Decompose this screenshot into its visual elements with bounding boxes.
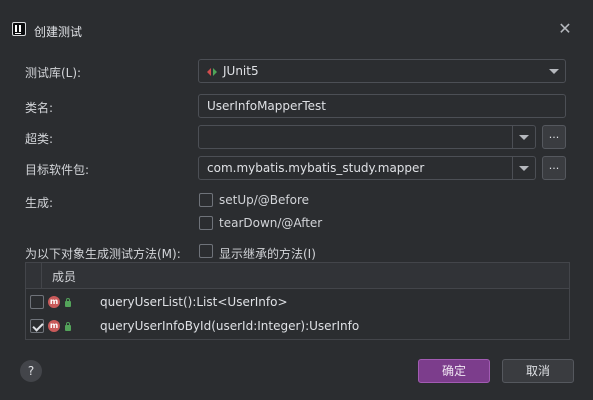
package-browse-button[interactable]: ... (542, 156, 566, 180)
setup-checkbox-label[interactable]: setUp/@Before (219, 193, 309, 207)
show-inherited-checkbox[interactable] (199, 244, 213, 258)
row-method-signature: queryUserInfoById(userId:Integer):UserIn… (100, 319, 360, 333)
teardown-checkbox[interactable] (199, 216, 213, 230)
row-checkbox[interactable] (30, 295, 44, 309)
package-value: com.mybatis.mybatis_study.mapper (207, 161, 425, 175)
chevron-down-icon (519, 135, 529, 140)
chevron-down-icon (549, 69, 559, 74)
class-name-value: UserInfoMapperTest (207, 99, 326, 113)
generate-label: 生成: (25, 196, 54, 210)
row-checkbox[interactable] (30, 319, 44, 333)
intellij-logo-icon (12, 22, 26, 36)
superclass-select[interactable] (198, 125, 536, 149)
row-method-signature: queryUserList():List<UserInfo> (100, 295, 288, 309)
library-select[interactable]: JUnit5 (198, 59, 566, 83)
header-gutter (26, 263, 42, 288)
method-icon: m (48, 320, 60, 332)
table-row[interactable]: m queryUserInfoById(userId:Integer):User… (26, 314, 569, 339)
junit-icon (207, 68, 217, 76)
show-inherited-label[interactable]: 显示继承的方法(I) (219, 245, 316, 262)
title-bar: 创建测试 ✕ (0, 0, 593, 44)
ok-button[interactable]: 确定 (418, 359, 490, 383)
combo-separator (512, 157, 513, 179)
table-row[interactable]: m queryUserList():List<UserInfo> (26, 289, 569, 314)
table-header: 成员 (26, 263, 569, 289)
setup-checkbox[interactable] (199, 193, 213, 207)
methods-label: 为以下对象生成测试方法(M): (25, 247, 181, 261)
combo-separator (512, 126, 513, 148)
library-label: 测试库(L): (25, 66, 82, 80)
package-select[interactable]: com.mybatis.mybatis_study.mapper (198, 156, 536, 180)
column-header-members[interactable]: 成员 (52, 268, 76, 285)
class-name-label: 类名: (25, 101, 54, 115)
package-label: 目标软件包: (25, 163, 90, 177)
method-icon: m (48, 296, 60, 308)
teardown-checkbox-label[interactable]: tearDown/@After (219, 216, 322, 230)
superclass-label: 超类: (25, 132, 54, 146)
chevron-down-icon (519, 166, 529, 171)
visibility-icon (65, 298, 71, 307)
visibility-icon (65, 322, 71, 331)
superclass-browse-button[interactable]: ... (542, 125, 566, 149)
class-name-input[interactable]: UserInfoMapperTest (198, 94, 566, 118)
window-title: 创建测试 (34, 25, 83, 39)
library-value: JUnit5 (223, 64, 259, 78)
members-table: 成员 m queryUserList():List<UserInfo> m qu… (25, 262, 570, 340)
close-icon[interactable]: ✕ (557, 21, 573, 37)
help-button[interactable]: ? (20, 360, 42, 382)
cancel-button[interactable]: 取消 (502, 359, 574, 383)
